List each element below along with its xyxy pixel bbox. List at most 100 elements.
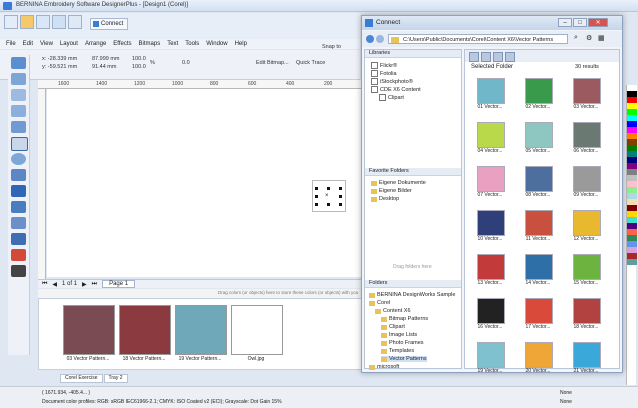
pattern-thumbnail[interactable] <box>573 122 601 148</box>
selection-handle[interactable] <box>339 187 342 190</box>
snap-to-dropdown[interactable]: Snap to <box>322 44 341 50</box>
back-icon[interactable] <box>366 35 374 43</box>
minimize-button[interactable]: – <box>558 18 572 27</box>
pattern-thumbnail[interactable] <box>573 166 601 192</box>
library-item[interactable]: CDE X6 Content <box>371 86 421 93</box>
library-item[interactable]: Flickr® <box>371 62 397 69</box>
connect-button[interactable]: Connect <box>90 18 128 30</box>
fill-tool-icon[interactable] <box>11 249 26 261</box>
folder-item[interactable]: Photo Frames <box>381 340 424 346</box>
folder-item[interactable]: Bitmap Patterns <box>381 316 428 322</box>
selection-handle[interactable] <box>327 187 330 190</box>
menu-bitmaps[interactable]: Bitmaps <box>139 41 161 47</box>
tray-thumbnail[interactable] <box>63 305 115 355</box>
view-details-icon[interactable] <box>493 52 503 62</box>
scale-x-field[interactable]: 100.0 <box>132 56 146 62</box>
angle-field[interactable]: 0.0 <box>182 60 190 66</box>
pattern-thumbnail[interactable] <box>573 254 601 280</box>
pattern-thumbnail[interactable] <box>477 78 505 104</box>
checkbox-icon[interactable] <box>379 94 386 101</box>
tray-thumbnail[interactable] <box>231 305 283 355</box>
tray-tab[interactable]: Tray 2 <box>103 374 128 383</box>
sort-icon[interactable] <box>505 52 515 62</box>
folder-item[interactable]: Clipart <box>381 324 405 330</box>
pick-tool-icon[interactable] <box>11 57 26 69</box>
path-field[interactable]: C:\Users\Public\Documents\Corel\Content … <box>388 34 568 44</box>
library-item[interactable]: Fotolia <box>371 70 397 77</box>
prev-page-icon[interactable]: ◀ <box>52 281 57 288</box>
view-list-icon[interactable] <box>481 52 491 62</box>
selected-object[interactable]: × <box>312 180 346 212</box>
tray-thumbnail[interactable] <box>119 305 171 355</box>
selection-handle[interactable] <box>327 203 330 206</box>
open-icon[interactable] <box>20 15 34 29</box>
tray-tab[interactable]: Corel Exercise <box>60 374 103 383</box>
pattern-thumbnail[interactable] <box>477 254 505 280</box>
edit-bitmap-button[interactable]: Edit Bitmap... <box>256 60 289 66</box>
menu-file[interactable]: File <box>6 41 16 47</box>
effects-tool-icon[interactable] <box>11 233 26 245</box>
page-tab[interactable]: Page 1 <box>102 280 136 288</box>
pattern-thumbnail[interactable] <box>525 122 553 148</box>
polygon-tool-icon[interactable] <box>11 169 26 181</box>
save-icon[interactable] <box>36 15 50 29</box>
menu-text[interactable]: Text <box>167 41 178 47</box>
library-item[interactable]: Clipart <box>379 94 404 101</box>
library-item[interactable]: iStockphoto® <box>371 78 413 85</box>
menu-view[interactable]: View <box>40 41 53 47</box>
width-field[interactable]: 87.999 mm <box>92 56 120 62</box>
pattern-thumbnail[interactable] <box>525 342 553 368</box>
search-icon[interactable]: ⌕ <box>574 34 578 42</box>
selection-handle[interactable] <box>315 187 318 190</box>
color-swatch[interactable] <box>627 259 637 265</box>
menu-window[interactable]: Window <box>206 41 227 47</box>
eyedropper-tool-icon[interactable] <box>11 265 26 277</box>
pattern-thumbnail[interactable] <box>573 210 601 236</box>
next-page-icon[interactable]: ▶ <box>82 281 87 288</box>
last-page-icon[interactable]: ⏭ <box>92 281 97 288</box>
folder-item[interactable]: microsoft <box>369 364 399 370</box>
pattern-thumbnail[interactable] <box>477 122 505 148</box>
folder-item[interactable]: Corel <box>369 300 390 306</box>
checkbox-icon[interactable] <box>371 70 378 77</box>
menu-tools[interactable]: Tools <box>185 41 199 47</box>
folder-item[interactable]: Image Lists <box>381 332 417 338</box>
height-field[interactable]: 91.44 mm <box>92 64 116 70</box>
text-tool-icon[interactable] <box>11 185 26 197</box>
pattern-thumbnail[interactable] <box>573 298 601 324</box>
checkbox-icon[interactable] <box>371 86 378 93</box>
pattern-thumbnail[interactable] <box>573 78 601 104</box>
design-icon[interactable] <box>68 15 82 29</box>
menu-arrange[interactable]: Arrange <box>85 41 106 47</box>
y-field[interactable]: y: -59.521 mm <box>42 64 77 70</box>
checkbox-icon[interactable] <box>371 62 378 69</box>
ellipse-tool-icon[interactable] <box>11 153 26 165</box>
pattern-thumbnail[interactable] <box>573 342 601 368</box>
checkbox-icon[interactable] <box>371 78 378 85</box>
folder-item[interactable]: BERNINA DesignWorks Sample <box>369 292 455 298</box>
selection-handle[interactable] <box>315 203 318 206</box>
dimension-tool-icon[interactable] <box>11 201 26 213</box>
pattern-thumbnail[interactable] <box>525 210 553 236</box>
pattern-thumbnail[interactable] <box>477 342 505 368</box>
menu-layout[interactable]: Layout <box>60 41 78 47</box>
menu-help[interactable]: Help <box>235 41 247 47</box>
forward-icon[interactable] <box>376 35 384 43</box>
pattern-thumbnail[interactable] <box>477 210 505 236</box>
close-button[interactable]: ✕ <box>588 18 608 27</box>
folder-item[interactable]: Content X6 <box>375 308 411 314</box>
libraries-header[interactable]: Libraries <box>365 50 461 58</box>
maximize-button[interactable]: □ <box>573 18 587 27</box>
favorites-header[interactable]: Favorite Folders <box>365 168 461 176</box>
pattern-thumbnail[interactable] <box>477 166 505 192</box>
pattern-thumbnail[interactable] <box>525 166 553 192</box>
freehand-tool-icon[interactable] <box>11 121 26 133</box>
selection-handle[interactable] <box>339 203 342 206</box>
selection-handle[interactable] <box>315 195 318 198</box>
x-field[interactable]: x: -28.339 mm <box>42 56 77 62</box>
shape-tool-icon[interactable] <box>11 73 26 85</box>
rectangle-tool-icon[interactable] <box>11 137 28 151</box>
favorite-item[interactable]: Eigene Bilder <box>371 188 412 194</box>
scale-y-field[interactable]: 100.0 <box>132 64 146 70</box>
favorite-item[interactable]: Desktop <box>371 196 399 202</box>
